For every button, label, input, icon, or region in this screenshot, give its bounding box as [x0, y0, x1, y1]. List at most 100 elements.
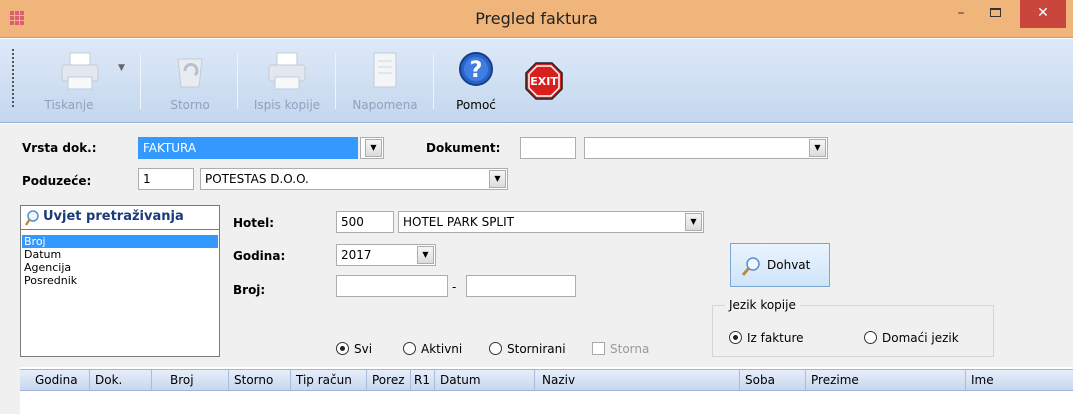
print-button[interactable]: Tiskanje — [30, 47, 130, 117]
exit-icon: EXIT — [525, 62, 563, 100]
column-header-ime[interactable]: Ime — [966, 370, 1073, 390]
vrsta-dok-dropdown[interactable]: ▼ — [360, 137, 384, 159]
dokument-select[interactable]: ▼ — [584, 137, 828, 159]
print-copy-button[interactable]: Ispis kopije — [244, 47, 330, 117]
radio-label: Aktivni — [421, 342, 463, 356]
invoice-grid-header: Godina Dok. Broj Storno Tip račun Porez … — [20, 369, 1073, 391]
column-header-prezime[interactable]: Prezime — [806, 370, 966, 390]
column-header-godina[interactable]: Godina — [30, 370, 90, 390]
help-label: Pomoć — [456, 98, 496, 112]
printer-icon — [61, 52, 99, 90]
storno-button[interactable]: Storno — [150, 47, 230, 117]
column-header-r1[interactable]: R1 — [411, 370, 435, 390]
poduzece-select[interactable]: POTESTAS D.O.O. ▼ — [200, 168, 508, 190]
invoice-grid-body[interactable] — [20, 391, 1073, 414]
broj-separator: - — [452, 280, 457, 294]
recycle-bin-icon — [177, 58, 203, 88]
poduzece-code-input[interactable]: 1 — [138, 168, 194, 190]
note-button[interactable]: Napomena — [340, 47, 430, 117]
list-item[interactable]: Broj — [22, 235, 218, 248]
print-label: Tiskanje — [44, 98, 94, 112]
svg-text:?: ? — [470, 58, 483, 83]
radio-label: Iz fakture — [747, 331, 804, 345]
help-icon: ? — [459, 52, 493, 86]
radio-domaci-jezik[interactable]: Domaći jezik — [864, 331, 959, 345]
title-bar: Pregled faktura – ✕ — [0, 0, 1073, 38]
godina-value: 2017 — [341, 248, 372, 262]
column-header-porez[interactable]: Porez — [367, 370, 411, 390]
godina-label: Godina: — [233, 249, 286, 263]
exit-icon-text: EXIT — [530, 75, 558, 88]
note-icon — [373, 52, 397, 88]
column-header-dok[interactable]: Dok. — [90, 370, 152, 390]
broj-from-input[interactable] — [336, 275, 448, 297]
dohvat-label: Dohvat — [767, 258, 811, 272]
radio-stornirani[interactable]: Stornirani — [489, 342, 566, 356]
radio-unchecked-icon — [864, 331, 877, 344]
maximize-button[interactable] — [980, 0, 1010, 28]
dohvat-button[interactable]: Dohvat — [730, 243, 830, 287]
close-button[interactable]: ✕ — [1020, 0, 1066, 28]
storno-label: Storno — [170, 98, 210, 112]
hotel-value: HOTEL PARK SPLIT — [403, 215, 514, 229]
list-item[interactable]: Agencija — [22, 261, 218, 274]
vrsta-dok-select[interactable]: FAKTURA — [138, 137, 358, 159]
print-copy-label: Ispis kopije — [253, 98, 321, 112]
column-header-tip-racun[interactable]: Tip račun — [291, 370, 367, 390]
radio-checked-icon — [729, 331, 742, 344]
toolbar-grip[interactable] — [12, 49, 14, 107]
column-header-soba[interactable]: Soba — [740, 370, 806, 390]
search-criteria-list[interactable]: Uvjet pretraživanja Broj Datum Agencija … — [20, 205, 220, 357]
column-header-broj[interactable]: Broj — [165, 370, 229, 390]
left-margin — [0, 202, 20, 414]
help-button[interactable]: ? Pomoć — [444, 47, 508, 117]
radio-label: Domaći jezik — [882, 331, 959, 345]
hotel-label: Hotel: — [233, 216, 275, 230]
poduzece-label: Poduzeće: — [22, 174, 92, 188]
list-item[interactable]: Datum — [22, 248, 218, 261]
checkbox-label: Storna — [610, 342, 650, 356]
radio-aktivni[interactable]: Aktivni — [403, 342, 462, 356]
hotel-code-input[interactable]: 500 — [336, 211, 394, 233]
printer-copy-icon — [268, 52, 306, 90]
dokument-label: Dokument: — [426, 141, 501, 155]
window-title: Pregled faktura — [475, 9, 598, 28]
radio-iz-fakture[interactable]: Iz fakture — [729, 331, 804, 345]
minimize-button[interactable]: – — [946, 0, 976, 28]
chevron-down-icon: ▼ — [365, 139, 382, 157]
radio-unchecked-icon — [403, 342, 416, 355]
chevron-down-icon: ▼ — [417, 246, 434, 264]
column-header-naziv[interactable]: Naziv — [535, 370, 740, 390]
document-form — [0, 124, 1073, 202]
toolbar-separator — [140, 53, 141, 109]
chevron-down-icon: ▼ — [809, 139, 826, 157]
broj-to-input[interactable] — [466, 275, 576, 297]
dokument-code-input[interactable] — [520, 137, 576, 159]
radio-label: Stornirani — [507, 342, 566, 356]
column-header-storno[interactable]: Storno — [229, 370, 291, 390]
radio-label: Svi — [354, 342, 373, 356]
hotel-select[interactable]: HOTEL PARK SPLIT ▼ — [398, 211, 704, 233]
vrsta-dok-label: Vrsta dok.: — [22, 141, 97, 155]
poduzece-value: POTESTAS D.O.O. — [205, 172, 309, 186]
chevron-down-icon: ▼ — [489, 170, 506, 188]
toolbar-separator — [433, 53, 434, 109]
exit-button[interactable]: EXIT — [516, 47, 572, 117]
print-dropdown-arrow[interactable]: ▼ — [118, 63, 125, 73]
radio-unchecked-icon — [489, 342, 502, 355]
magnifier-icon — [741, 257, 760, 276]
search-criteria-title: Uvjet pretraživanja — [43, 209, 184, 224]
storna-checkbox[interactable]: Storna — [592, 342, 649, 356]
toolbar: Tiskanje ▼ Storno Ispis kopije Napomena — [0, 39, 1073, 123]
column-header-datum[interactable]: Datum — [435, 370, 535, 390]
broj-label: Broj: — [233, 283, 266, 297]
magnifier-icon — [25, 210, 39, 226]
radio-checked-icon — [336, 342, 349, 355]
maximize-icon — [989, 8, 1001, 17]
note-label: Napomena — [352, 98, 418, 112]
jezik-kopije-title: Jezik kopije — [725, 298, 800, 312]
toolbar-separator — [237, 53, 238, 109]
radio-svi[interactable]: Svi — [336, 342, 372, 356]
list-item[interactable]: Posrednik — [22, 274, 218, 287]
godina-select[interactable]: 2017 ▼ — [336, 244, 436, 266]
